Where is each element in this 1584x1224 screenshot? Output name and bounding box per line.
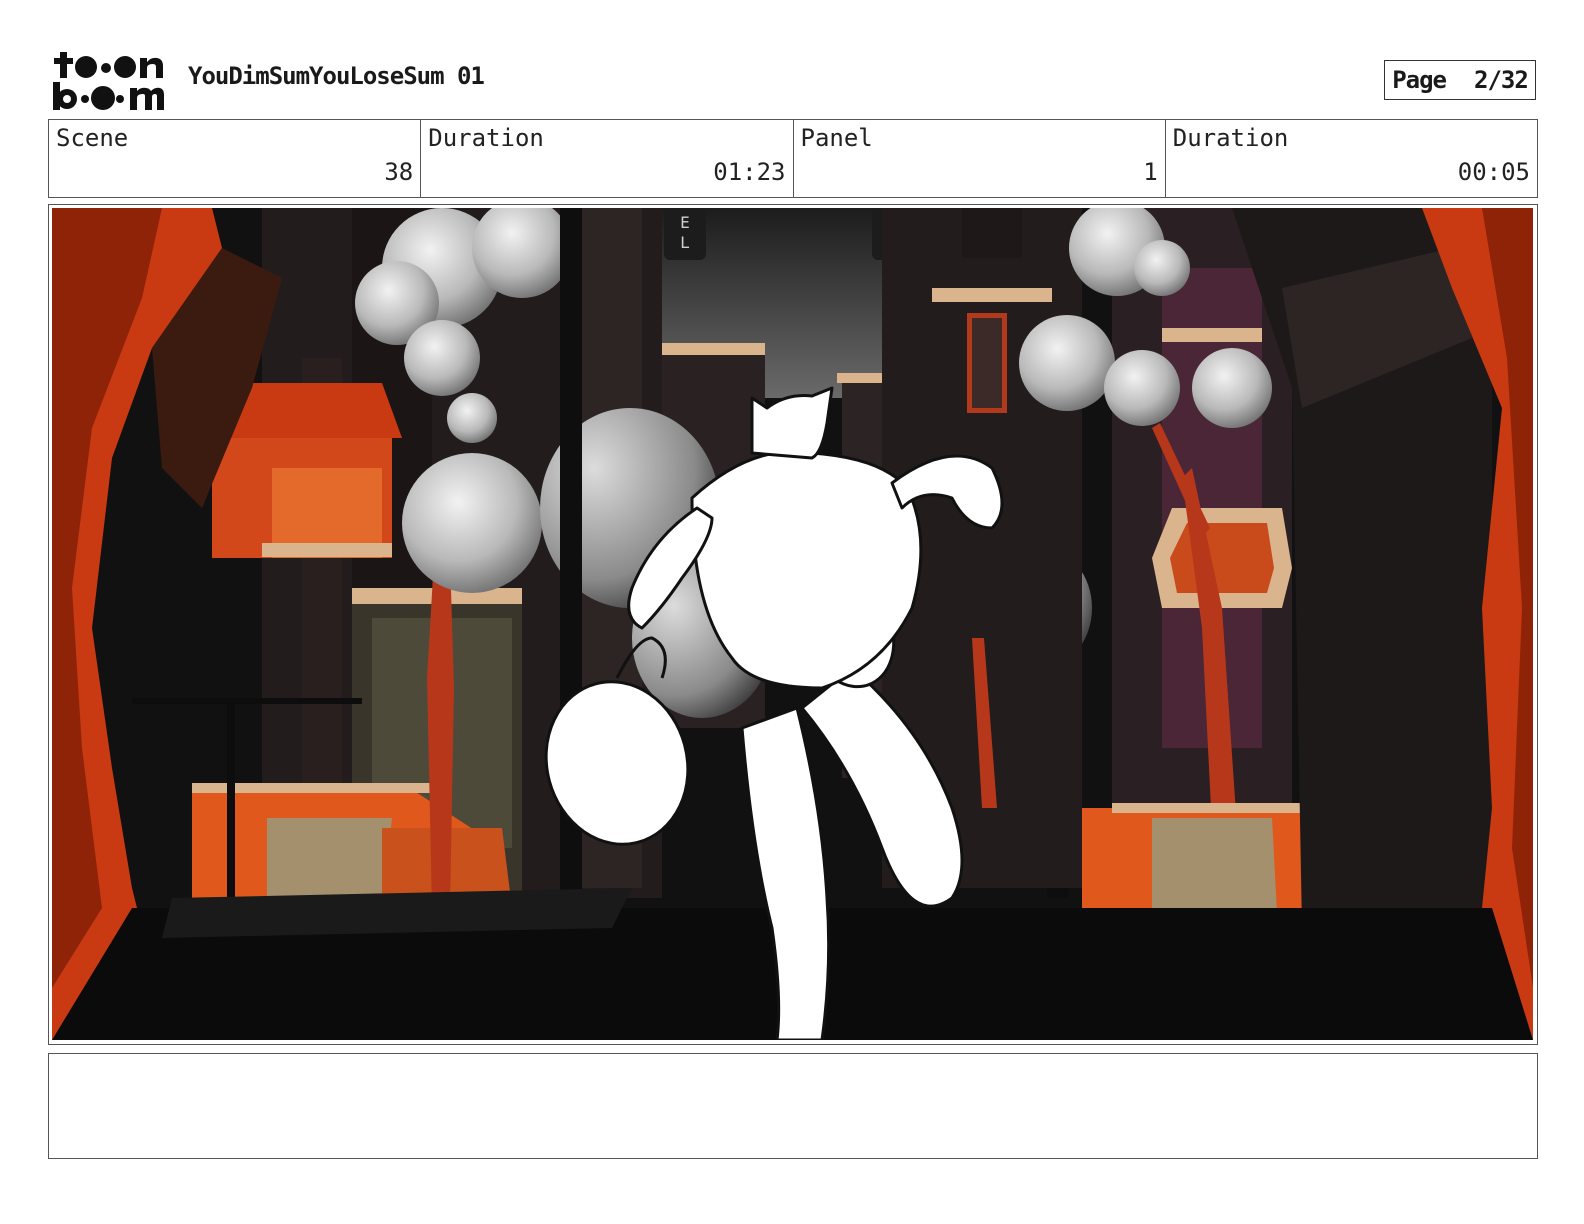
toon-boom-logo bbox=[53, 52, 164, 110]
panel-cell: Panel 1 bbox=[794, 120, 1166, 197]
scene-duration-cell: Duration 01:23 bbox=[421, 120, 794, 197]
scene-value: 38 bbox=[384, 158, 414, 186]
scene-duration-label: Duration bbox=[428, 124, 544, 152]
document-title: YouDimSumYouLoseSum 01 bbox=[188, 62, 485, 90]
page-label: Page bbox=[1392, 66, 1447, 94]
panel-duration-value: 00:05 bbox=[1457, 158, 1530, 186]
panel-duration-label: Duration bbox=[1172, 124, 1289, 152]
page-number: 2/32 bbox=[1474, 66, 1529, 94]
scene-duration-value: 01:23 bbox=[713, 158, 786, 186]
svg-text:L: L bbox=[680, 233, 690, 252]
storyboard-panel-image: E L E L bbox=[52, 208, 1533, 1040]
svg-text:E: E bbox=[680, 213, 690, 232]
panel-info-table: Scene 38 Duration 01:23 Panel 1 Duration… bbox=[48, 119, 1538, 198]
panel-duration-cell: Duration 00:05 bbox=[1166, 120, 1537, 197]
panel-value: 1 bbox=[1143, 158, 1158, 186]
page-indicator: Page 2/32 bbox=[1384, 60, 1536, 100]
panel-label: Panel bbox=[800, 124, 873, 152]
scene-cell: Scene 38 bbox=[49, 120, 422, 197]
panel-notes-box bbox=[48, 1053, 1538, 1159]
storyboard-panel-frame: E L E L bbox=[48, 204, 1538, 1045]
scene-label: Scene bbox=[56, 124, 129, 152]
